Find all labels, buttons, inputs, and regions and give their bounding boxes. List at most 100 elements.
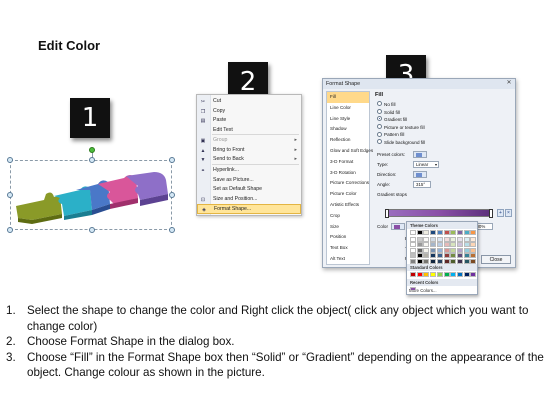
standard-color-swatch[interactable] (470, 272, 477, 277)
resize-handle-ne[interactable] (169, 157, 175, 163)
theme-color-swatch[interactable] (456, 253, 463, 258)
add-stop-icon[interactable]: + (497, 209, 504, 217)
theme-color-swatch[interactable] (436, 258, 443, 264)
close-button[interactable]: Close (481, 255, 511, 264)
theme-color-swatch[interactable] (470, 242, 477, 247)
nav-item-line-style[interactable]: Line Style (327, 114, 369, 125)
fill-option-picture-or-texture-fill[interactable]: Picture or texture fill (377, 124, 425, 131)
fill-option-pattern-fill[interactable]: Pattern fill (377, 131, 404, 138)
standard-color-swatch[interactable] (443, 272, 450, 277)
resize-handle-n[interactable] (89, 157, 95, 163)
menu-item-save-as-picture[interactable]: Save as Picture... (197, 176, 301, 186)
theme-color-swatch[interactable] (470, 230, 477, 235)
theme-color-swatch[interactable] (450, 242, 457, 247)
theme-color-swatch[interactable] (463, 236, 470, 242)
standard-color-swatch[interactable] (463, 272, 470, 277)
theme-color-swatch[interactable] (416, 247, 423, 253)
theme-color-swatch[interactable] (463, 230, 470, 235)
nav-item-text-box[interactable]: Text Box (327, 243, 369, 254)
theme-color-swatch[interactable] (443, 230, 450, 235)
radio-icon[interactable] (377, 108, 382, 114)
nav-item-reflection[interactable]: Reflection (327, 135, 369, 146)
theme-color-swatch[interactable] (410, 253, 416, 258)
menu-item-set-as-default-shape[interactable]: Set as Default Shape (197, 185, 301, 195)
remove-stop-icon[interactable]: × (505, 209, 512, 217)
nav-item-3-d-rotation[interactable]: 3-D Rotation (327, 168, 369, 179)
radio-icon[interactable] (377, 124, 382, 130)
theme-color-swatch[interactable] (430, 258, 437, 264)
theme-color-swatch[interactable] (416, 230, 423, 235)
radio-icon[interactable] (377, 101, 382, 107)
theme-color-swatch[interactable] (463, 253, 470, 258)
theme-color-swatch[interactable] (463, 247, 470, 253)
recent-color-swatch[interactable] (410, 286, 416, 291)
fill-option-gradient-fill[interactable]: Gradient fill (377, 116, 407, 123)
theme-color-swatch[interactable] (410, 242, 416, 247)
theme-color-swatch[interactable] (416, 253, 423, 258)
theme-color-swatch[interactable] (443, 253, 450, 258)
nav-item-3-d-format[interactable]: 3-D Format (327, 157, 369, 168)
theme-color-swatch[interactable] (410, 236, 416, 242)
theme-color-swatch[interactable] (436, 236, 443, 242)
nav-item-picture-corrections[interactable]: Picture Corrections (327, 178, 369, 189)
menu-item-size-and-position[interactable]: ⊡ Size and Position... (197, 195, 301, 205)
theme-color-swatch[interactable] (456, 230, 463, 235)
resize-handle-w[interactable] (7, 192, 13, 198)
theme-color-swatch[interactable] (470, 253, 477, 258)
theme-color-swatch[interactable] (470, 258, 477, 264)
theme-color-swatch[interactable] (463, 258, 470, 264)
theme-color-swatch[interactable] (430, 253, 437, 258)
theme-color-swatch[interactable] (450, 247, 457, 253)
menu-item-cut[interactable]: ✂ Cut (197, 97, 301, 107)
radio-icon[interactable] (377, 139, 382, 145)
theme-color-swatch[interactable] (450, 230, 457, 235)
radio-icon[interactable] (377, 131, 382, 137)
nav-item-position[interactable]: Position (327, 232, 369, 243)
nav-item-glow-and-soft-edges[interactable]: Glow and Soft Edges (327, 146, 373, 157)
nav-item-line-color[interactable]: Line Color (327, 103, 369, 114)
color-button[interactable] (391, 223, 405, 230)
theme-color-swatch[interactable] (423, 242, 430, 247)
theme-color-swatch[interactable] (436, 253, 443, 258)
standard-color-swatch[interactable] (450, 272, 457, 277)
radio-icon[interactable] (377, 116, 382, 122)
gradient-stop[interactable] (489, 209, 493, 218)
theme-color-swatch[interactable] (443, 236, 450, 242)
nav-item-artistic-effects[interactable]: Artistic Effects (327, 200, 369, 211)
fill-option-slide-background-fill[interactable]: Slide background fill (377, 139, 425, 146)
nav-item-picture-color[interactable]: Picture Color (327, 189, 369, 200)
puzzle-shape[interactable] (14, 170, 170, 230)
fill-option-solid-fill[interactable]: Solid fill (377, 108, 400, 116)
theme-color-swatch[interactable] (423, 230, 430, 235)
standard-color-swatch[interactable] (410, 272, 416, 277)
theme-color-swatch[interactable] (416, 236, 423, 242)
theme-color-swatch[interactable] (456, 247, 463, 253)
fill-option-no-fill[interactable]: No fill (377, 101, 396, 108)
theme-color-swatch[interactable] (416, 258, 423, 264)
theme-color-swatch[interactable] (443, 242, 450, 247)
theme-color-swatch[interactable] (423, 258, 430, 264)
direction-button[interactable] (413, 171, 427, 178)
theme-color-swatch[interactable] (436, 230, 443, 235)
theme-color-swatch[interactable] (470, 247, 477, 253)
theme-color-swatch[interactable] (450, 253, 457, 258)
menu-item-paste[interactable]: ▤ Paste (197, 116, 301, 126)
theme-color-swatch[interactable] (423, 253, 430, 258)
close-icon[interactable]: ✕ (505, 80, 513, 87)
theme-color-swatch[interactable] (410, 258, 416, 264)
gradient-stop[interactable] (385, 209, 389, 218)
gradient-stops-bar[interactable] (385, 209, 493, 218)
theme-color-swatch[interactable] (430, 247, 437, 253)
theme-color-swatch[interactable] (450, 258, 457, 264)
nav-item-shadow[interactable]: Shadow (327, 124, 369, 135)
nav-item-crop[interactable]: Crop (327, 211, 369, 222)
menu-item-bring-to-front[interactable]: ▲ Bring to Front ▸ (197, 146, 301, 156)
angle-input[interactable]: 315° (413, 181, 431, 188)
standard-color-swatch[interactable] (423, 272, 430, 277)
theme-color-swatch[interactable] (430, 236, 437, 242)
theme-color-swatch[interactable] (456, 236, 463, 242)
theme-color-swatch[interactable] (456, 258, 463, 264)
theme-color-swatch[interactable] (410, 230, 416, 235)
resize-handle-nw[interactable] (7, 157, 13, 163)
theme-color-swatch[interactable] (423, 247, 430, 253)
